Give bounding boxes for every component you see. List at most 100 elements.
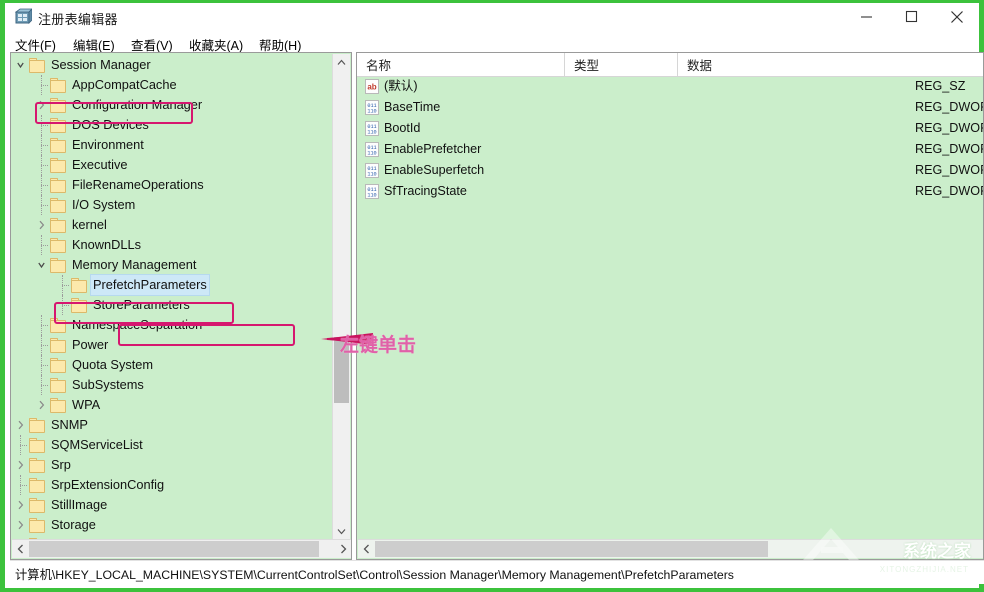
tree-node-label: kernel [72, 217, 107, 232]
scroll-left-arrow-icon[interactable] [12, 540, 29, 557]
folder-icon [28, 458, 45, 473]
values-horizontal-scrollbar-thumb[interactable] [375, 541, 768, 557]
tree-node-srpextensionconfig[interactable]: SrpExtensionConfig [11, 475, 331, 495]
folder-icon [49, 338, 66, 353]
tree-indent-guide [36, 195, 49, 215]
tree-node-subsystems[interactable]: SubSystems [11, 375, 331, 395]
registry-path-text: 计算机\HKEY_LOCAL_MACHINE\SYSTEM\CurrentCon… [15, 568, 734, 582]
menu-edit[interactable]: 编辑(E) [71, 35, 117, 53]
chevron-down-icon[interactable] [15, 55, 28, 75]
chevron-right-icon[interactable] [36, 215, 49, 235]
tree-horizontal-scrollbar[interactable] [12, 539, 351, 558]
menu-favorites[interactable]: 收藏夹(A) [187, 35, 245, 53]
folder-icon [28, 418, 45, 433]
value-row[interactable]: 011110BaseTimeREG_DWORD0x1a98b4fd (44621… [357, 97, 983, 118]
dword-value-icon: 011 110 [365, 142, 379, 157]
chevron-right-icon[interactable] [36, 395, 49, 415]
tree-vertical-scrollbar[interactable] [332, 54, 350, 540]
value-type: REG_DWORD [915, 100, 983, 114]
tree-indent-guide [15, 475, 28, 495]
menu-help[interactable]: 帮助(H) [257, 35, 303, 53]
tree-vertical-scrollbar-thumb[interactable] [334, 337, 349, 403]
value-row[interactable]: 011110EnablePrefetcherREG_DWORD0x0000000… [357, 139, 983, 160]
tree-node-label: WPA [72, 397, 101, 412]
tree-node-sqmservicelist[interactable]: SQMServiceList [11, 435, 331, 455]
folder-icon [49, 378, 66, 393]
tree-node-power[interactable]: Power [11, 335, 331, 355]
value-name: BaseTime [384, 100, 441, 114]
tree-node-quota-system[interactable]: Quota System [11, 355, 331, 375]
tree-node-i-o-system[interactable]: I/O System [11, 195, 331, 215]
close-button[interactable] [934, 3, 979, 33]
tree-node-session-manager[interactable]: Session Manager [11, 55, 331, 75]
tree-indent-guide [15, 435, 28, 455]
minimize-button[interactable] [844, 3, 889, 33]
tree-node-kernel[interactable]: kernel [11, 215, 331, 235]
chevron-down-icon[interactable] [36, 255, 49, 275]
tree-node-dos-devices[interactable]: DOS Devices [11, 115, 331, 135]
column-header-name[interactable]: 名称 [357, 53, 565, 76]
tree-node-storage[interactable]: Storage [11, 515, 331, 535]
scroll-right-arrow-icon[interactable] [335, 540, 351, 557]
value-row[interactable]: 011110BootIdREG_DWORD0x0000001f (31) [357, 118, 983, 139]
chevron-right-icon[interactable] [15, 455, 28, 475]
minimize-icon [860, 10, 873, 26]
close-icon [950, 10, 964, 27]
tree-horizontal-scrollbar-thumb[interactable] [29, 541, 319, 557]
tree-node-snmp[interactable]: SNMP [11, 415, 331, 435]
folder-icon [28, 518, 45, 533]
registry-tree[interactable]: Session Manager AppCompatCache Configurati… [11, 53, 331, 541]
svg-text:110: 110 [367, 192, 376, 198]
tree-node-appcompatcache[interactable]: AppCompatCache [11, 75, 331, 95]
chevron-right-icon[interactable] [15, 515, 28, 535]
tree-node-executive[interactable]: Executive [11, 155, 331, 175]
tree-indent-guide [36, 175, 49, 195]
tree-node-prefetchparameters[interactable]: PrefetchParameters [11, 274, 331, 296]
column-header-data[interactable]: 数据 [678, 53, 983, 76]
tree-node-configuration-manager[interactable]: Configuration Manager [11, 95, 331, 115]
tree-node-environment[interactable]: Environment [11, 135, 331, 155]
svg-text:110: 110 [367, 108, 376, 114]
menu-view[interactable]: 查看(V) [129, 35, 175, 53]
folder-icon [49, 138, 66, 153]
values-horizontal-scrollbar[interactable] [358, 539, 983, 558]
status-bar: 计算机\HKEY_LOCAL_MACHINE\SYSTEM\CurrentCon… [10, 560, 984, 584]
tree-node-namespaceseparation[interactable]: NamespaceSeparation [11, 315, 331, 335]
tree-node-srp[interactable]: Srp [11, 455, 331, 475]
tree-node-label: Session Manager [51, 57, 151, 72]
registry-values-pane[interactable]: 名称 类型 数据 ab(默认)REG_SZ(数值未设置) 011110 BaseTi… [356, 52, 984, 560]
tree-node-label: KnownDLLs [72, 237, 142, 252]
maximize-button[interactable] [889, 3, 934, 33]
tree-node-wpa[interactable]: WPA [11, 395, 331, 415]
value-type: REG_DWORD [915, 163, 983, 177]
chevron-right-icon[interactable] [36, 95, 49, 115]
chevron-right-icon[interactable] [15, 415, 28, 435]
folder-icon [49, 258, 66, 273]
value-row[interactable]: 011110EnableSuperfetchREG_DWORD0x0000000… [357, 160, 983, 181]
scroll-down-arrow-icon[interactable] [333, 523, 350, 540]
scroll-left-arrow-icon[interactable] [358, 540, 375, 557]
window-title: 注册表编辑器 [38, 12, 118, 27]
tree-indent-guide [36, 155, 49, 175]
column-header-type[interactable]: 类型 [565, 53, 678, 76]
tree-node-memory-management[interactable]: Memory Management [11, 255, 331, 275]
tree-node-storeparameters[interactable]: StoreParameters [11, 295, 331, 315]
tree-node-label: Storage [51, 517, 96, 532]
registry-tree-pane[interactable]: Session Manager AppCompatCache Configurati… [10, 52, 352, 560]
tree-node-filerenameoperations[interactable]: FileRenameOperations [11, 175, 331, 195]
value-row[interactable]: 011110SfTracingStateREG_DWORD0x00000001 … [357, 181, 983, 202]
tree-node-label: AppCompatCache [72, 77, 177, 92]
folder-icon [28, 438, 45, 453]
folder-icon [49, 218, 66, 233]
tree-node-knowndlls[interactable]: KnownDLLs [11, 235, 331, 255]
menu-file[interactable]: 文件(F) [13, 35, 58, 53]
registry-editor-window: 注册表编辑器 文件(F) 编辑(E) 查看(V) 收藏夹(A) 帮助(H) Se… [0, 0, 984, 592]
dword-value-icon: 011 110 [365, 163, 379, 178]
svg-text:110: 110 [367, 129, 376, 135]
chevron-right-icon[interactable] [15, 495, 28, 515]
folder-icon [49, 158, 66, 173]
scroll-up-arrow-icon[interactable] [333, 54, 350, 71]
tree-node-stillimage[interactable]: StillImage [11, 495, 331, 515]
tree-indent-guide [36, 355, 49, 375]
value-row[interactable]: ab(默认)REG_SZ(数值未设置) [357, 76, 983, 97]
